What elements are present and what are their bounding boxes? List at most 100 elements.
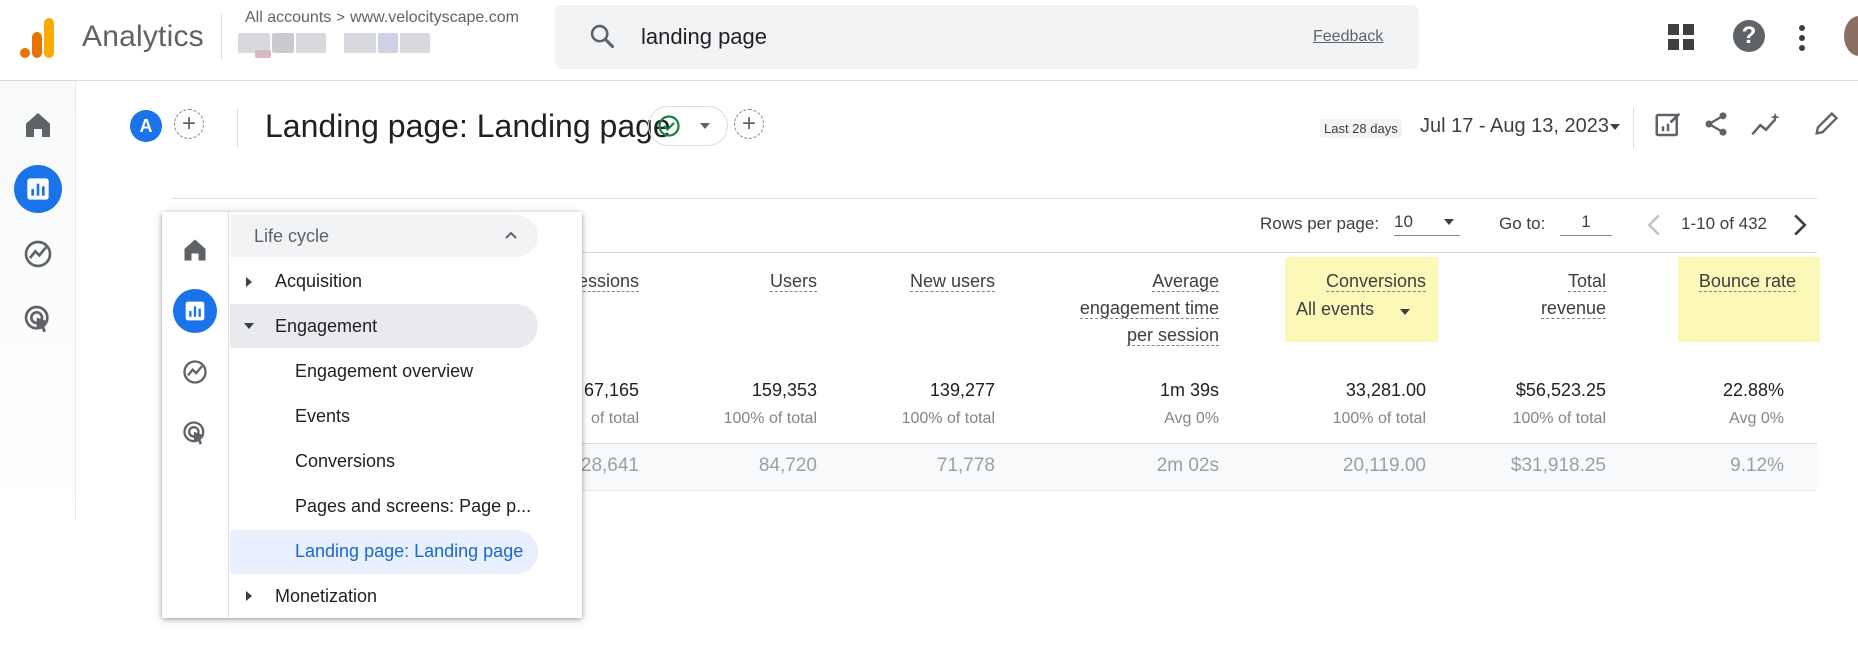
redacted-block: [272, 33, 294, 53]
insights-icon[interactable]: [1750, 110, 1782, 138]
nav-item-acquisition[interactable]: Acquisition: [275, 271, 362, 292]
check-circle-icon: [658, 115, 680, 137]
nav-item-engagement[interactable]: Engagement: [275, 316, 377, 337]
date-range-picker[interactable]: Jul 17 - Aug 13, 2023: [1420, 115, 1609, 138]
feedback-link[interactable]: Feedback: [1313, 28, 1383, 46]
column-header-total-revenue[interactable]: Total revenue: [1450, 268, 1606, 322]
app-name[interactable]: Analytics: [82, 20, 204, 54]
column-header-users[interactable]: Users: [700, 268, 817, 295]
goto-page-input[interactable]: 1: [1560, 212, 1612, 236]
column-header-label: essions: [577, 271, 639, 292]
header-divider: [1633, 108, 1634, 148]
left-nav-rail: [0, 81, 76, 521]
nav-item-events[interactable]: Events: [295, 406, 350, 427]
nav-item-landing-page[interactable]: Landing page: Landing page: [295, 541, 523, 562]
column-header-label: New users: [909, 271, 995, 292]
customize-report-icon[interactable]: [1653, 110, 1683, 140]
nav-section-label: Life cycle: [254, 226, 330, 246]
total-revenue: $56,523.25: [1515, 380, 1606, 400]
conversions-event-select[interactable]: All events: [1296, 296, 1416, 323]
apps-grid-icon[interactable]: [1668, 24, 1694, 50]
row1-bounce-rate: 9.12%: [1730, 455, 1784, 476]
breadcrumb[interactable]: All accounts > www.velocityscape.com: [245, 9, 519, 27]
chevron-up-icon[interactable]: [503, 227, 519, 243]
column-header-label: per session: [1126, 325, 1219, 346]
chevron-left-icon[interactable]: [1645, 213, 1663, 237]
column-header-label: Users: [769, 271, 817, 292]
column-header-bounce-rate[interactable]: Bounce rate: [1660, 268, 1796, 295]
goto-label: Go to:: [1499, 214, 1546, 233]
expand-icon[interactable]: [246, 591, 252, 601]
row1-users: 84,720: [758, 455, 817, 476]
total-avg-engagement: 1m 39s: [1159, 380, 1219, 400]
column-header-label: Conversions: [1325, 271, 1426, 292]
nav-item-engagement-overview[interactable]: Engagement overview: [295, 361, 473, 382]
event-select-value: All events: [1296, 299, 1375, 319]
advertising-icon[interactable]: [22, 303, 54, 335]
advertising-icon[interactable]: [181, 419, 209, 447]
total-new-users: 139,277: [929, 380, 995, 400]
search-icon[interactable]: [588, 22, 616, 50]
redacted-block: [400, 33, 430, 53]
row1-revenue: $31,918.25: [1510, 455, 1606, 476]
redacted-block: [344, 33, 376, 53]
share-icon[interactable]: [1702, 110, 1730, 138]
redacted-block: [378, 33, 398, 53]
row1-new-users: 71,778: [936, 455, 995, 476]
rows-per-page-label: Rows per page:: [1260, 214, 1380, 233]
chevron-right-icon[interactable]: [1791, 213, 1809, 237]
rows-dropdown-icon[interactable]: [1444, 219, 1454, 225]
search-input[interactable]: landing page: [641, 24, 767, 50]
add-icon[interactable]: +: [734, 109, 764, 139]
header-divider: [237, 108, 238, 148]
explore-icon[interactable]: [181, 358, 209, 386]
comparison-segment-chip[interactable]: A: [130, 110, 162, 142]
column-header-conversions[interactable]: Conversions: [1285, 268, 1426, 295]
reports-icon[interactable]: [22, 173, 54, 205]
breadcrumb-site[interactable]: www.velocityscape.com: [350, 9, 519, 26]
column-header-label: Bounce rate: [1698, 271, 1796, 292]
column-header-label: Average: [1152, 271, 1219, 292]
dropdown-icon[interactable]: [700, 123, 710, 129]
collapse-icon[interactable]: [244, 323, 254, 329]
expand-icon[interactable]: [246, 277, 252, 287]
analytics-logo-icon[interactable]: [20, 18, 56, 58]
home-icon[interactable]: [181, 236, 209, 264]
page-title: Landing page: Landing page: [265, 108, 671, 144]
total-users: 159,353: [751, 380, 817, 400]
row1-avg-engagement: 2m 02s: [1156, 455, 1219, 476]
total-sub-avg-engagement: Avg 0%: [1164, 410, 1219, 427]
explore-icon[interactable]: [22, 238, 54, 270]
row1-conversions: 20,119.00: [1342, 455, 1426, 476]
total-sub-users: 100% of total: [723, 410, 817, 427]
column-header-new-users[interactable]: New users: [870, 268, 995, 295]
nav-item-monetization[interactable]: Monetization: [275, 586, 377, 607]
home-icon[interactable]: [22, 109, 54, 141]
more-vert-icon[interactable]: [1797, 24, 1807, 52]
total-sub-conversions: 100% of total: [1332, 410, 1426, 427]
help-icon[interactable]: ?: [1733, 20, 1765, 52]
add-comparison-icon[interactable]: +: [174, 109, 204, 139]
date-dropdown-icon[interactable]: [1610, 124, 1620, 130]
total-sub-new-users: 100% of total: [901, 410, 995, 427]
redacted-block: [255, 50, 271, 58]
total-bounce-rate: 22.88%: [1722, 380, 1784, 400]
column-header-label: engagement time: [1079, 298, 1219, 319]
pagination-range: 1-10 of 432: [1681, 214, 1768, 233]
reports-icon[interactable]: [181, 297, 209, 325]
nav-item-pages-and-screens[interactable]: Pages and screens: Page p...: [295, 496, 531, 517]
event-dropdown-icon[interactable]: [1400, 309, 1410, 315]
nav-item-conversions[interactable]: Conversions: [295, 451, 395, 472]
chevron-right-icon: >: [336, 9, 346, 26]
column-header-avg-engagement[interactable]: Average engagement time per session: [1040, 268, 1219, 349]
edit-icon[interactable]: [1812, 110, 1840, 138]
rows-per-page-value: 10: [1394, 212, 1413, 231]
total-sub-revenue: 100% of total: [1512, 410, 1606, 427]
header-divider: [221, 14, 222, 60]
total-conversions: 33,281.00: [1345, 380, 1426, 400]
date-preset-label[interactable]: Last 28 days: [1320, 119, 1402, 138]
flyout-rail: [162, 212, 229, 618]
column-header-label: Total: [1567, 271, 1606, 292]
breadcrumb-all-accounts[interactable]: All accounts: [245, 9, 331, 26]
table-top-border: [172, 198, 1817, 199]
